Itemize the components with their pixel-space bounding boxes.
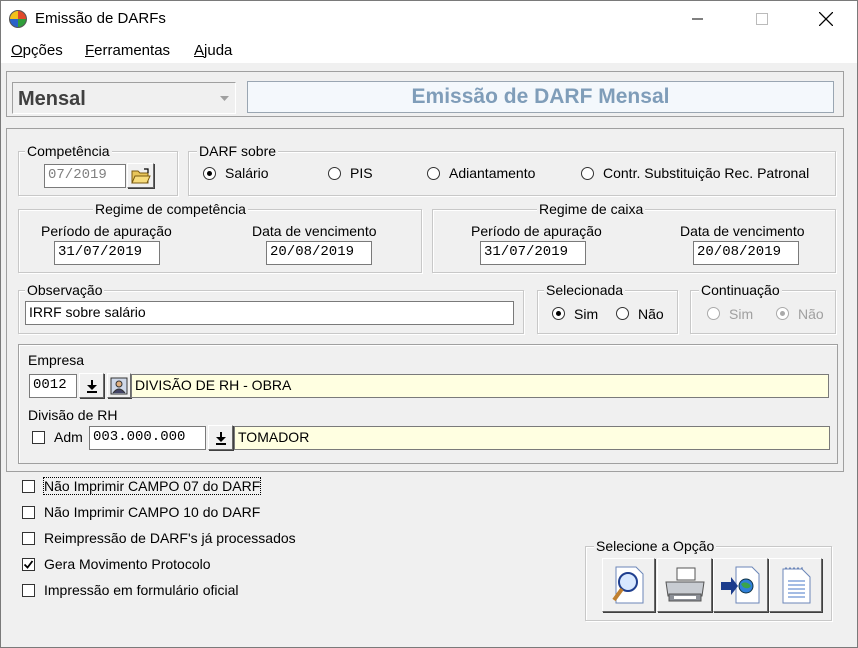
radio-pis[interactable]	[328, 167, 341, 180]
competencia-label: Competência	[25, 143, 112, 159]
title-bar: Emissão de DARFs	[1, 1, 857, 37]
rc-vencimento-label: Data de vencimento	[252, 223, 377, 239]
divisao-name-field: TOMADOR	[234, 426, 830, 450]
continuacao-nao-radio[interactable]	[776, 307, 789, 320]
menu-ajuda[interactable]: Ajuda	[194, 42, 232, 59]
opt-formulario-oficial-label: Impressão em formulário oficial	[44, 582, 239, 598]
radio-salario-label: Salário	[225, 165, 269, 181]
radio-contr-substituicao-label: Contr. Substituição Rec. Patronal	[603, 165, 810, 181]
close-icon	[819, 12, 833, 26]
preview-button[interactable]	[602, 558, 655, 612]
empresa-label: Empresa	[28, 352, 85, 368]
export-button[interactable]	[713, 558, 768, 612]
opt-nao-imprimir-campo07-label: Não Imprimir CAMPO 07 do DARF	[42, 477, 262, 495]
printer-icon	[664, 567, 705, 602]
window-title: Emissão de DARFs	[35, 10, 166, 27]
maximize-icon	[756, 13, 768, 25]
radio-adiantamento-label: Adiantamento	[449, 165, 536, 181]
continuacao-nao-label: Não	[798, 306, 824, 322]
person-search-icon	[110, 377, 128, 394]
minimize-button[interactable]	[675, 1, 721, 37]
menu-bar: Opções Ferramentas Ajuda	[1, 37, 857, 63]
mode-dropdown-button[interactable]	[215, 85, 233, 111]
opt-reimpressao-checkbox[interactable]	[22, 532, 35, 545]
empresa-search-button[interactable]	[107, 373, 131, 398]
radio-pis-label: PIS	[350, 165, 373, 181]
menu-opcoes[interactable]: Opções	[11, 42, 63, 59]
rc-periodo-label: Período de apuração	[41, 223, 172, 239]
app-icon	[9, 10, 27, 28]
export-document-icon	[720, 566, 759, 604]
document-icon	[782, 567, 810, 604]
opt-nao-imprimir-campo10-label: Não Imprimir CAMPO 10 do DARF	[44, 504, 261, 520]
page-banner: Emissão de DARF Mensal	[247, 81, 834, 113]
rc-periodo-input[interactable]: 31/07/2019	[54, 241, 160, 265]
rx-vencimento-input[interactable]: 20/08/2019	[693, 241, 799, 265]
radio-adiantamento[interactable]	[427, 167, 440, 180]
regime-competencia-label: Regime de competência	[93, 201, 248, 217]
download-arrow-icon	[215, 431, 226, 445]
open-folder-button[interactable]	[127, 163, 154, 188]
download-arrow-icon	[86, 379, 97, 393]
empresa-name-field: DIVISÃO DE RH - OBRA	[131, 374, 829, 398]
magnifier-preview-icon	[611, 566, 643, 604]
selecionada-sim-label: Sim	[574, 306, 599, 322]
print-button[interactable]	[657, 558, 712, 612]
radio-contr-substituicao[interactable]	[581, 167, 594, 180]
rc-vencimento-input[interactable]: 20/08/2019	[266, 241, 372, 265]
minimize-icon	[692, 18, 703, 20]
divisao-code-input[interactable]: 003.000.000	[89, 426, 206, 450]
opt-gera-movimento-label: Gera Movimento Protocolo	[44, 556, 211, 572]
empresa-code-input[interactable]: 0012	[29, 374, 77, 398]
selecionada-sim-radio[interactable]	[552, 307, 565, 320]
mode-select-value: Mensal	[18, 88, 86, 110]
close-button[interactable]	[803, 1, 849, 37]
radio-salario[interactable]	[203, 167, 216, 180]
darf-window: Emissão de DARFs Opções Ferramentas Ajud…	[0, 0, 858, 648]
opt-formulario-oficial-checkbox[interactable]	[22, 584, 35, 597]
opt-nao-imprimir-campo07-checkbox[interactable]	[22, 480, 35, 493]
observacao-label: Observação	[25, 282, 105, 298]
mode-select[interactable]: Mensal	[12, 82, 236, 114]
continuacao-label: Continuação	[699, 282, 782, 298]
rx-periodo-label: Período de apuração	[471, 223, 602, 239]
adm-checkbox[interactable]	[32, 431, 45, 444]
continuacao-sim-radio[interactable]	[707, 307, 720, 320]
competencia-input[interactable]: 07/2019	[44, 164, 126, 188]
rx-periodo-input[interactable]: 31/07/2019	[480, 241, 586, 265]
actions-label: Selecione a Opção	[594, 538, 717, 554]
selecionada-label: Selecionada	[544, 282, 626, 298]
regime-caixa-label: Regime de caixa	[537, 201, 646, 217]
selecionada-nao-radio[interactable]	[616, 307, 629, 320]
darf-sobre-label: DARF sobre	[197, 143, 279, 159]
divisao-lookup-button[interactable]	[208, 425, 233, 450]
selecionada-nao-label: Não	[638, 306, 664, 322]
page-banner-text: Emissão de DARF Mensal	[411, 85, 670, 108]
continuacao-sim-label: Sim	[729, 306, 754, 322]
chevron-down-icon	[219, 95, 229, 101]
document-button[interactable]	[769, 558, 822, 612]
empresa-lookup-button[interactable]	[79, 373, 104, 398]
rx-vencimento-label: Data de vencimento	[680, 223, 805, 239]
opt-gera-movimento-checkbox[interactable]	[22, 558, 35, 571]
checkmark-icon	[23, 560, 34, 569]
open-folder-icon	[130, 167, 151, 183]
opt-reimpressao-label: Reimpressão de DARF's já processados	[44, 530, 296, 546]
maximize-button[interactable]	[739, 1, 785, 37]
observacao-input[interactable]: IRRF sobre salário	[25, 301, 514, 325]
adm-label: Adm	[54, 429, 83, 445]
opt-nao-imprimir-campo10-checkbox[interactable]	[22, 506, 35, 519]
menu-ferramentas[interactable]: Ferramentas	[85, 42, 170, 59]
divisao-label: Divisão de RH	[28, 407, 118, 423]
